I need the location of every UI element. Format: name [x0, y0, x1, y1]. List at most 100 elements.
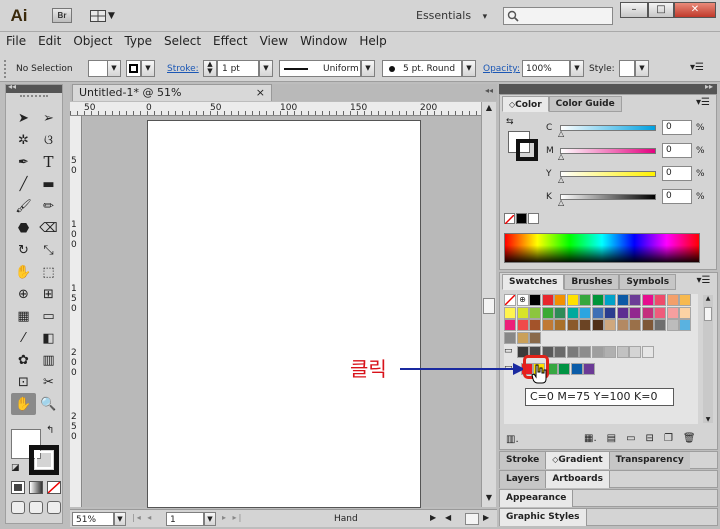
lasso-tool-icon[interactable]: ଓ [36, 129, 61, 151]
draw-behind-icon[interactable] [29, 501, 43, 514]
symbol-sprayer-tool-icon[interactable]: ✿ [11, 349, 36, 371]
new-color-group-icon[interactable]: ▭ [626, 433, 635, 444]
swatch[interactable] [591, 306, 604, 319]
swatch[interactable] [504, 319, 516, 331]
menu-help[interactable]: Help [353, 32, 392, 50]
slider-handle-icon[interactable]: △ [558, 175, 564, 184]
channel-c-input[interactable]: 0 [662, 120, 692, 135]
none-swatch[interactable] [504, 213, 515, 225]
swatch[interactable] [591, 294, 604, 306]
gray-swatch[interactable] [579, 346, 591, 358]
swatch[interactable] [541, 306, 554, 319]
artboard-nav-next[interactable]: ▸ ▸| [222, 513, 243, 522]
minimize-button[interactable]: – [620, 2, 648, 18]
artboard-tool-icon[interactable]: ⊡ [11, 371, 36, 393]
menu-view[interactable]: View [254, 32, 294, 50]
maximize-button[interactable]: □ [648, 2, 674, 18]
scroll-up-icon[interactable]: ▲ [483, 103, 495, 115]
bright-swatch[interactable] [570, 362, 583, 375]
tab-symbols[interactable]: Symbols [619, 274, 677, 290]
tab-brushes[interactable]: Brushes [564, 274, 620, 290]
gray-swatch[interactable] [554, 346, 566, 358]
white-swatch[interactable] [528, 213, 539, 224]
slider-handle-icon[interactable]: △ [558, 152, 564, 161]
canvas-area[interactable] [83, 116, 481, 508]
zoom-tool-icon[interactable]: 🔍 [36, 393, 61, 415]
screen-mode-icon[interactable] [47, 501, 61, 514]
bright-swatch[interactable] [558, 362, 570, 375]
opacity-dropdown[interactable]: ▼ [570, 60, 584, 77]
zoom-input[interactable]: 51% [72, 512, 114, 526]
slider-handle-icon[interactable]: △ [558, 129, 564, 138]
color-stroke-swatch[interactable] [516, 139, 538, 161]
swatch[interactable] [679, 294, 691, 306]
color-mode-icon[interactable] [11, 481, 25, 494]
swatch[interactable] [566, 306, 579, 319]
fill-dropdown[interactable]: ▼ [107, 60, 121, 77]
arrange-documents-button[interactable]: ▼ [90, 8, 116, 23]
swatch[interactable] [654, 294, 666, 306]
menu-type[interactable]: Type [118, 32, 158, 50]
gray-swatch[interactable] [629, 346, 641, 358]
channel-y-input[interactable]: 0 [662, 166, 692, 181]
swatch-libraries-icon[interactable]: ▥. [506, 434, 519, 445]
style-dropdown[interactable]: ▼ [635, 60, 649, 77]
panel-dock-header[interactable]: ▸▸ [499, 82, 717, 94]
line-tool-icon[interactable]: ╱ [11, 173, 36, 195]
hscroll-thumb[interactable] [465, 513, 479, 525]
status-menu-icon[interactable]: ▶ [430, 513, 436, 522]
fill-color-swatch[interactable] [88, 60, 108, 77]
new-swatch-icon[interactable]: ❐ [664, 433, 673, 444]
profile-dropdown[interactable]: ▼ [361, 60, 375, 77]
swatch[interactable] [516, 319, 529, 331]
menu-edit[interactable]: Edit [32, 32, 67, 50]
slider-handle-icon[interactable]: △ [558, 198, 564, 207]
tab-gradient[interactable]: ◇Gradient [545, 452, 610, 469]
variable-width-profile[interactable]: Uniform [279, 60, 361, 77]
stroke-swatch[interactable] [29, 445, 59, 475]
swatch[interactable] [629, 319, 641, 331]
swatch[interactable] [666, 294, 679, 306]
direct-selection-tool-icon[interactable]: ➢ [36, 107, 61, 129]
blob-brush-tool-icon[interactable]: ⬣ [11, 217, 36, 239]
pen-tool-icon[interactable]: ✒ [11, 151, 36, 173]
grip-handle[interactable] [4, 60, 10, 78]
tab-layers[interactable]: Layers [500, 471, 546, 488]
collapse-icon[interactable]: ◂◂ [485, 86, 493, 95]
scale-tool-icon[interactable]: ⤡ [36, 239, 61, 261]
scroll-thumb[interactable] [483, 298, 495, 314]
artboard-nav-prev[interactable]: |◂ ◂ [132, 513, 153, 522]
menu-select[interactable]: Select [158, 32, 207, 50]
opacity-label[interactable]: Opacity: [483, 63, 520, 75]
close-tab-icon[interactable]: × [256, 85, 265, 100]
swatch[interactable] [579, 306, 591, 319]
blend-tool-icon[interactable]: ◧ [36, 327, 61, 349]
menu-object[interactable]: Object [67, 32, 118, 50]
swatches-scroll-thumb[interactable] [704, 307, 712, 321]
gray-swatch[interactable] [566, 346, 579, 358]
default-colors-icon[interactable]: ◪ [11, 463, 20, 473]
search-input[interactable] [503, 7, 613, 25]
panel-menu-icon[interactable]: ▾☰ [697, 275, 711, 286]
channel-m-input[interactable]: 0 [662, 143, 692, 158]
channel-y-slider[interactable] [560, 171, 656, 177]
swatch[interactable] [541, 319, 554, 331]
hand-tool-icon[interactable]: ✋ [11, 393, 36, 415]
black-swatch[interactable] [516, 213, 527, 224]
swatch[interactable] [616, 306, 629, 319]
menu-effect[interactable]: Effect [207, 32, 254, 50]
color-group-folder-icon[interactable]: ▭ [504, 346, 513, 356]
zoom-dropdown[interactable]: ▼ [114, 512, 126, 526]
swatch[interactable] [641, 319, 654, 331]
mesh-tool-icon[interactable]: ▦ [11, 305, 36, 327]
swatch[interactable] [591, 319, 604, 331]
artboard[interactable] [147, 120, 421, 508]
swatch[interactable] [554, 306, 566, 319]
tab-swatches[interactable]: Swatches [502, 274, 565, 290]
rectangle-tool-icon[interactable]: ▬ [36, 173, 61, 195]
registration-swatch[interactable]: ⊕ [516, 294, 529, 306]
swatch-options-icon[interactable]: ▤ [607, 433, 616, 444]
document-tab[interactable]: Untitled-1* @ 51% (CMYK/Preview) × [72, 84, 272, 114]
swatch[interactable] [679, 319, 691, 331]
scroll-right-icon[interactable]: ▶ [483, 513, 489, 522]
